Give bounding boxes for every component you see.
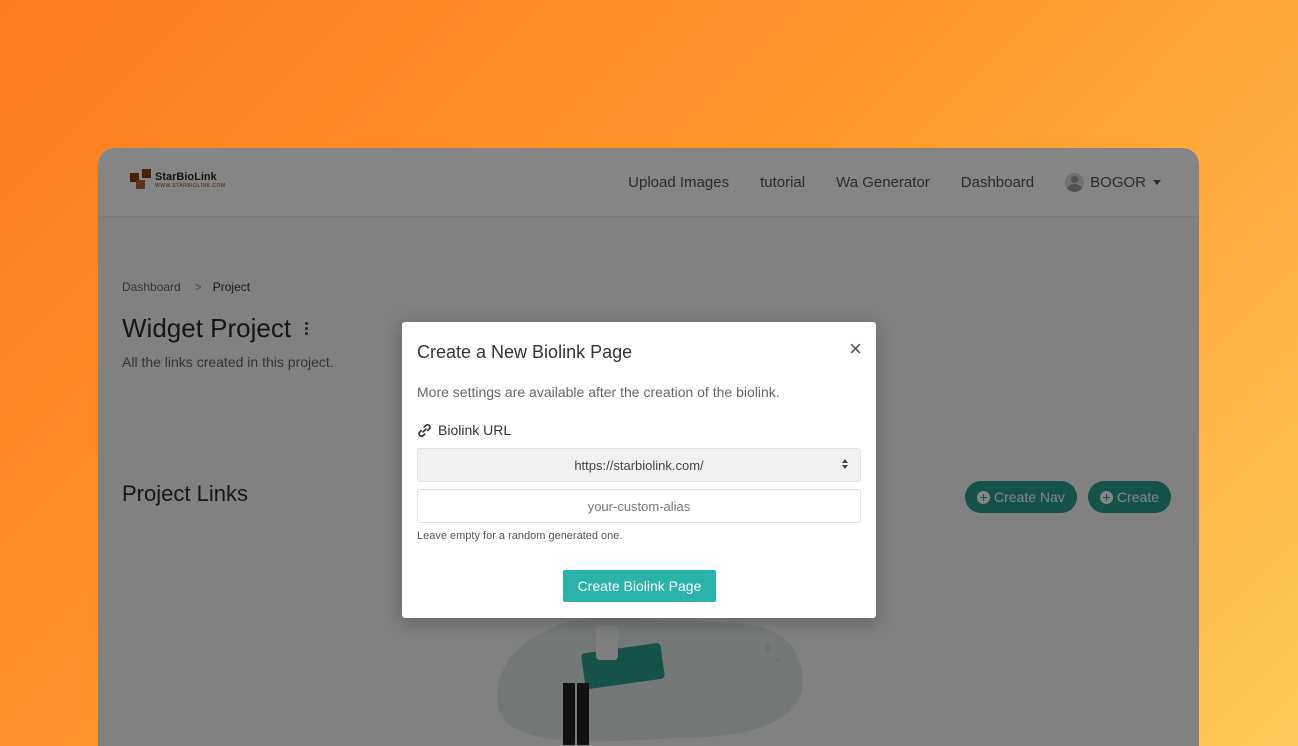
link-icon (418, 423, 431, 437)
domain-select[interactable]: https://starbiolink.com/ (417, 448, 861, 482)
domain-select-value: https://starbiolink.com/ (574, 457, 704, 473)
select-arrows-icon (842, 459, 848, 469)
modal-title: Create a New Biolink Page (417, 342, 633, 362)
biolink-url-label: Biolink URL (417, 422, 511, 438)
modal-description: More settings are available after the cr… (417, 384, 780, 400)
app-window: StarBioLink WWW.STARBIOLINK.COM Upload I… (98, 148, 1199, 746)
alias-hint: Leave empty for a random generated one. (417, 530, 623, 542)
create-biolink-modal: Create a New Biolink Page × More setting… (402, 322, 876, 618)
custom-alias-input[interactable] (417, 489, 861, 523)
close-icon[interactable]: × (849, 338, 862, 360)
biolink-url-label-text: Biolink URL (438, 422, 512, 438)
create-biolink-page-button[interactable]: Create Biolink Page (563, 570, 716, 602)
